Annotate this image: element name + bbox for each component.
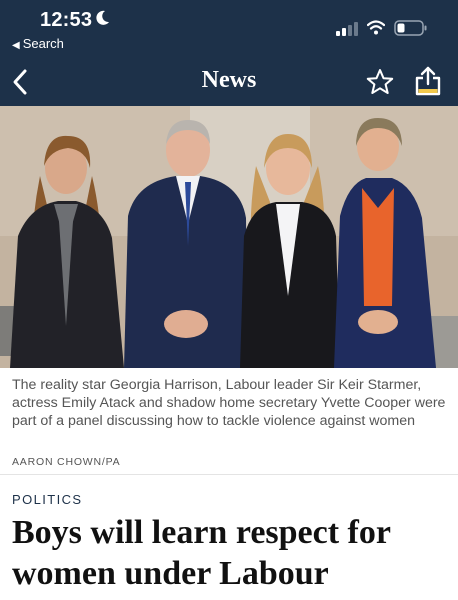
back-to-search-link[interactable]: ◀ Search [12, 36, 64, 51]
divider [0, 474, 458, 475]
nav-bar: News [0, 58, 458, 106]
photo-credit: AARON CHOWN/PA [12, 456, 121, 468]
battery-icon [394, 20, 427, 36]
article-photo[interactable] [0, 106, 458, 368]
back-search-label: Search [22, 36, 64, 51]
back-triangle-icon: ◀ [12, 40, 20, 51]
section-label[interactable]: POLITICS [12, 492, 82, 507]
status-time: 12:53 [40, 9, 93, 31]
wifi-icon [367, 20, 385, 35]
article-photo-illustration [0, 106, 458, 368]
moon-icon [96, 10, 109, 25]
article-headline: Boys will learn respect for women under … [12, 514, 391, 592]
cellular-signal-icon [336, 22, 358, 36]
photo-caption: The reality star Georgia Harrison, Labou… [12, 377, 446, 429]
share-icon[interactable] [414, 65, 442, 97]
status-bar: 12:53 ◀ Search [0, 0, 458, 58]
bookmark-star-icon[interactable] [366, 68, 394, 96]
